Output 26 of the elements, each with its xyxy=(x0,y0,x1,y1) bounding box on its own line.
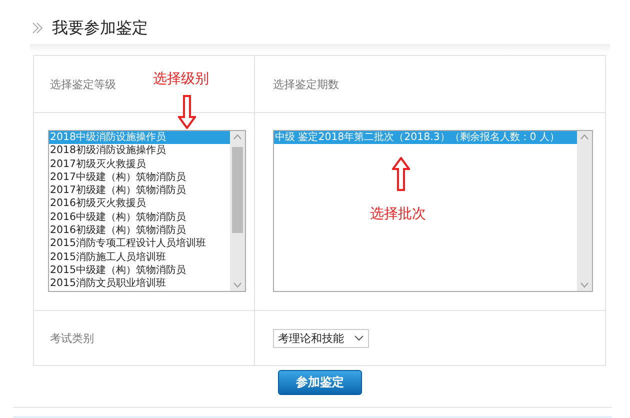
list-option[interactable]: 2016初级建（构）筑物消防员 xyxy=(49,224,230,238)
list-option[interactable]: 2017初级灭火救援员 xyxy=(49,158,230,171)
list-option[interactable]: 2015消防施工人员培训班 xyxy=(49,250,230,264)
list-option[interactable]: 2017初级建（构）筑物消防员 xyxy=(49,184,230,198)
list-option[interactable]: 2017中级建（构）筑物消防员 xyxy=(49,170,230,184)
list-option[interactable]: 2015消防文员职业培训班 xyxy=(49,277,230,291)
field-label: 考试类别 xyxy=(49,330,94,346)
double-chevron-icon xyxy=(32,22,44,34)
page-title: 我要参加鉴定 xyxy=(52,18,148,38)
exam-type-select[interactable]: 考理论和技能 xyxy=(273,328,369,348)
annotation-text: 选择批次 xyxy=(370,205,426,223)
scrollbar[interactable] xyxy=(577,131,592,291)
field-label: 选择鉴定期数 xyxy=(272,76,339,92)
list-option[interactable]: 2015中级建（构）筑物消防员 xyxy=(49,264,230,278)
scrollbar[interactable] xyxy=(230,131,245,291)
chevron-down-icon xyxy=(354,335,364,341)
down-arrow-icon xyxy=(178,95,196,129)
annotation-text: 选择级别 xyxy=(153,70,209,88)
level-list[interactable]: 2018中级消防设施操作员 2018初级消防设施操作员 2017初级灭火救援员 2017中级建（构）筑物消防员 2017初级建（构）筑物消防员 2016初级灭火救援员 2016中级建（构）筑物消防员 2016初级建（构）筑物消防员 2015消防专项工程设计人员培训班 2015消防施工人员培训班 2015中级建（构）筑物消防员 2015消防文员职业培训班 xyxy=(48,130,246,292)
list-option[interactable]: 2018初级消防设施操作员 xyxy=(49,144,230,158)
list-option[interactable]: 2016中级建（构）筑物消防员 xyxy=(49,210,230,224)
list-option[interactable]: 2016初级灭火救援员 xyxy=(49,197,230,211)
submit-button[interactable]: 参加鉴定 xyxy=(278,370,362,395)
field-label: 选择鉴定等级 xyxy=(49,76,116,92)
up-arrow-icon xyxy=(392,157,410,191)
list-option[interactable]: 2015消防专项工程设计人员培训班 xyxy=(49,237,230,251)
